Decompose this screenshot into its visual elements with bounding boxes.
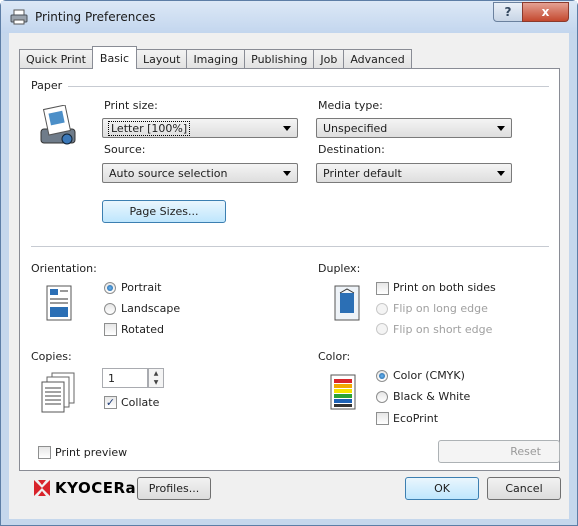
flip-long-edge-radio[interactable]	[376, 303, 388, 315]
duplex-page-icon	[334, 285, 360, 321]
rotated-label[interactable]: Rotated	[121, 323, 164, 336]
orientation-label: Orientation:	[31, 262, 97, 275]
rotated-checkbox[interactable]	[104, 323, 117, 336]
source-select[interactable]: Auto source selection	[102, 163, 298, 183]
destination-value: Printer default	[323, 167, 402, 180]
tab-strip: Quick Print Basic Layout Imaging Publish…	[19, 46, 412, 69]
close-button[interactable]: x	[522, 2, 569, 22]
copies-label: Copies:	[31, 350, 72, 363]
tab-job[interactable]: Job	[313, 49, 345, 69]
print-size-value: Letter [100%]	[107, 121, 191, 136]
tab-advanced[interactable]: Advanced	[343, 49, 412, 69]
source-label: Source:	[104, 143, 146, 156]
collate-checkbox[interactable]: ✓	[104, 396, 117, 409]
paper-icon	[40, 105, 76, 145]
tab-basic[interactable]: Basic	[91, 46, 138, 69]
portrait-label[interactable]: Portrait	[121, 281, 161, 294]
flip-long-edge-label[interactable]: Flip on long edge	[393, 302, 488, 315]
color-label: Color:	[318, 350, 351, 363]
black-white-radio[interactable]	[376, 391, 388, 403]
tab-quick-print[interactable]: Quick Print	[19, 49, 93, 69]
window-title: Printing Preferences	[35, 10, 156, 24]
portrait-page-icon	[46, 285, 72, 321]
print-both-sides-label[interactable]: Print on both sides	[393, 281, 496, 294]
ok-button[interactable]: OK	[405, 477, 479, 500]
print-preview-label[interactable]: Print preview	[55, 446, 127, 459]
print-size-select[interactable]: Letter [100%]	[102, 118, 298, 138]
dialog-window: Printing Preferences ? x Quick Print Bas…	[0, 0, 578, 526]
color-page-icon	[330, 374, 356, 410]
media-type-label: Media type:	[318, 99, 383, 112]
media-type-select[interactable]: Unspecified	[316, 118, 512, 138]
brand-name: KYOCERa	[55, 479, 137, 497]
destination-label: Destination:	[318, 143, 385, 156]
cancel-button[interactable]: Cancel	[487, 477, 561, 500]
chevron-down-icon	[497, 171, 505, 176]
tab-imaging[interactable]: Imaging	[186, 49, 246, 69]
dialog-client: Quick Print Basic Layout Imaging Publish…	[9, 33, 569, 519]
chevron-down-icon	[497, 126, 505, 131]
color-cmyk-label[interactable]: Color (CMYK)	[393, 369, 465, 382]
media-type-value: Unspecified	[323, 122, 388, 135]
flip-short-edge-label[interactable]: Flip on short edge	[393, 323, 492, 336]
kyocera-logo-icon	[34, 480, 50, 496]
copies-stepper[interactable]: ▲ ▼	[148, 368, 164, 388]
paper-section-title: Paper	[31, 79, 63, 92]
landscape-radio[interactable]	[104, 303, 116, 315]
print-both-sides-checkbox[interactable]	[376, 282, 389, 295]
copies-stack-icon	[41, 372, 75, 413]
page-sizes-button[interactable]: Page Sizes...	[102, 200, 226, 223]
spin-down-icon[interactable]: ▼	[149, 378, 163, 387]
color-cmyk-radio[interactable]	[376, 370, 388, 382]
basic-tab-panel: Paper Print size: Letter [100%] Media ty…	[19, 68, 560, 471]
chevron-down-icon	[283, 126, 291, 131]
help-icon: ?	[504, 5, 512, 19]
chevron-down-icon	[283, 171, 291, 176]
tab-layout[interactable]: Layout	[136, 49, 188, 69]
flip-short-edge-radio[interactable]	[376, 323, 388, 335]
kyocera-logo: KYOCERa	[33, 479, 136, 497]
ecoprint-checkbox[interactable]	[376, 412, 389, 425]
print-preview-checkbox[interactable]	[38, 446, 51, 459]
reset-button[interactable]: Reset	[438, 440, 560, 463]
portrait-radio[interactable]	[104, 282, 116, 294]
close-icon: x	[541, 5, 550, 19]
black-white-label[interactable]: Black & White	[393, 390, 470, 403]
duplex-label: Duplex:	[318, 262, 361, 275]
copies-input[interactable]: 1	[102, 368, 148, 388]
print-size-label: Print size:	[104, 99, 158, 112]
profiles-button[interactable]: Profiles...	[137, 477, 211, 500]
source-value: Auto source selection	[109, 167, 228, 180]
collate-label[interactable]: Collate	[121, 396, 159, 409]
landscape-label[interactable]: Landscape	[121, 302, 180, 315]
title-bar: Printing Preferences ? x	[1, 1, 577, 33]
paper-divider	[68, 86, 549, 87]
printer-icon	[10, 9, 28, 25]
destination-select[interactable]: Printer default	[316, 163, 512, 183]
section-divider	[31, 246, 549, 247]
ecoprint-label[interactable]: EcoPrint	[393, 412, 438, 425]
help-button[interactable]: ?	[493, 2, 523, 22]
tab-publishing[interactable]: Publishing	[244, 49, 315, 69]
spin-up-icon[interactable]: ▲	[149, 369, 163, 378]
